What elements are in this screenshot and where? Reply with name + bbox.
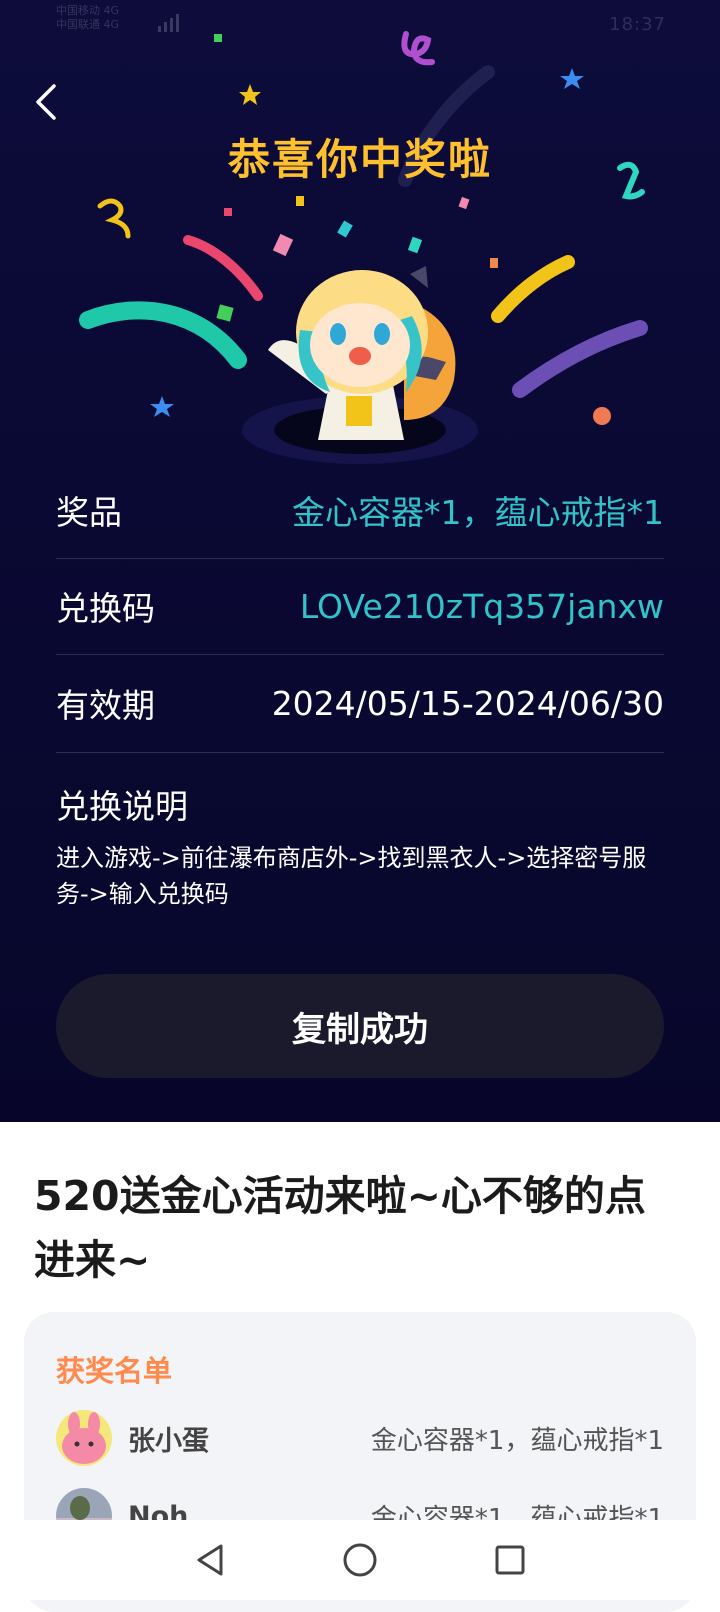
character-ear xyxy=(410,266,428,288)
star-icon xyxy=(150,396,174,417)
character-eye xyxy=(374,323,390,345)
confetti xyxy=(214,34,222,42)
confetti xyxy=(216,304,234,322)
avatar xyxy=(56,1410,112,1466)
confetti xyxy=(458,196,470,210)
validity-label: 有效期 xyxy=(56,686,155,725)
character-face xyxy=(310,303,410,387)
confetti xyxy=(337,220,353,238)
system-nav-bar xyxy=(0,1520,720,1600)
winner-name: 张小蛋 xyxy=(128,1425,209,1457)
page-title: 恭喜你中奖啦 xyxy=(227,135,492,184)
character-mouth xyxy=(349,347,371,365)
winner-row: 张小蛋 金心容器*1，蕴心戒指*1 xyxy=(56,1408,664,1468)
back-button[interactable] xyxy=(22,78,70,126)
confetti xyxy=(407,236,423,254)
streamer-green xyxy=(79,301,247,369)
validity-value: 2024/05/15-2024/06/30 xyxy=(271,683,664,723)
streamer-red xyxy=(183,235,263,301)
nav-back-button[interactable] xyxy=(190,1540,230,1580)
character-badge xyxy=(346,396,372,426)
streamer-yellow xyxy=(491,255,575,323)
prize-row: 奖品 金心容器*1，蕴心戒指*1 xyxy=(56,462,664,559)
redeem-instructions-text: 进入游戏->前往瀑布商店外->找到黑衣人->选择密号服务->输入兑换码 xyxy=(56,844,647,908)
nav-home-button[interactable] xyxy=(340,1540,380,1580)
chevron-left-icon xyxy=(36,84,56,120)
character-eye xyxy=(330,323,346,345)
circle-home-icon xyxy=(343,1543,377,1577)
confetti-dot xyxy=(593,407,611,425)
streamer-purple xyxy=(512,320,648,398)
squiggle-yellow xyxy=(97,198,131,239)
winner-prize: 金心容器*1，蕴心戒指*1 xyxy=(370,1425,664,1456)
squiggle-purple xyxy=(401,31,435,66)
prize-label: 奖品 xyxy=(56,493,122,532)
nav-recents-button[interactable] xyxy=(490,1540,530,1580)
confetti xyxy=(224,208,232,216)
winners-title: 获奖名单 xyxy=(56,1354,173,1388)
code-label: 兑换码 xyxy=(56,589,155,628)
code-row: 兑换码 LOVe210zTq357janxw xyxy=(56,558,664,655)
prize-value: 金心容器*1，蕴心戒指*1 xyxy=(292,493,664,532)
validity-row: 有效期 2024/05/15-2024/06/30 xyxy=(56,654,664,753)
prize-result-panel: 中国移动 4G 中国联通 4G 18:37 恭喜你中奖啦 奖品 金心容器*1，蕴… xyxy=(0,0,720,1122)
redeem-code[interactable]: LOVe210zTq357janxw xyxy=(300,587,664,626)
star-icon xyxy=(560,68,584,89)
celebration-illustration xyxy=(79,31,648,464)
copy-success-button[interactable]: 复制成功 xyxy=(56,974,664,1078)
event-title[interactable]: 520送金心活动来啦~心不够的点进来~ xyxy=(34,1164,674,1292)
redeem-instructions-title: 兑换说明 xyxy=(56,787,188,826)
confetti xyxy=(296,196,304,206)
triangle-back-icon xyxy=(197,1544,223,1576)
confetti xyxy=(272,233,294,257)
square-recents-icon xyxy=(495,1545,525,1575)
confetti xyxy=(490,258,498,268)
star-icon xyxy=(239,84,261,105)
